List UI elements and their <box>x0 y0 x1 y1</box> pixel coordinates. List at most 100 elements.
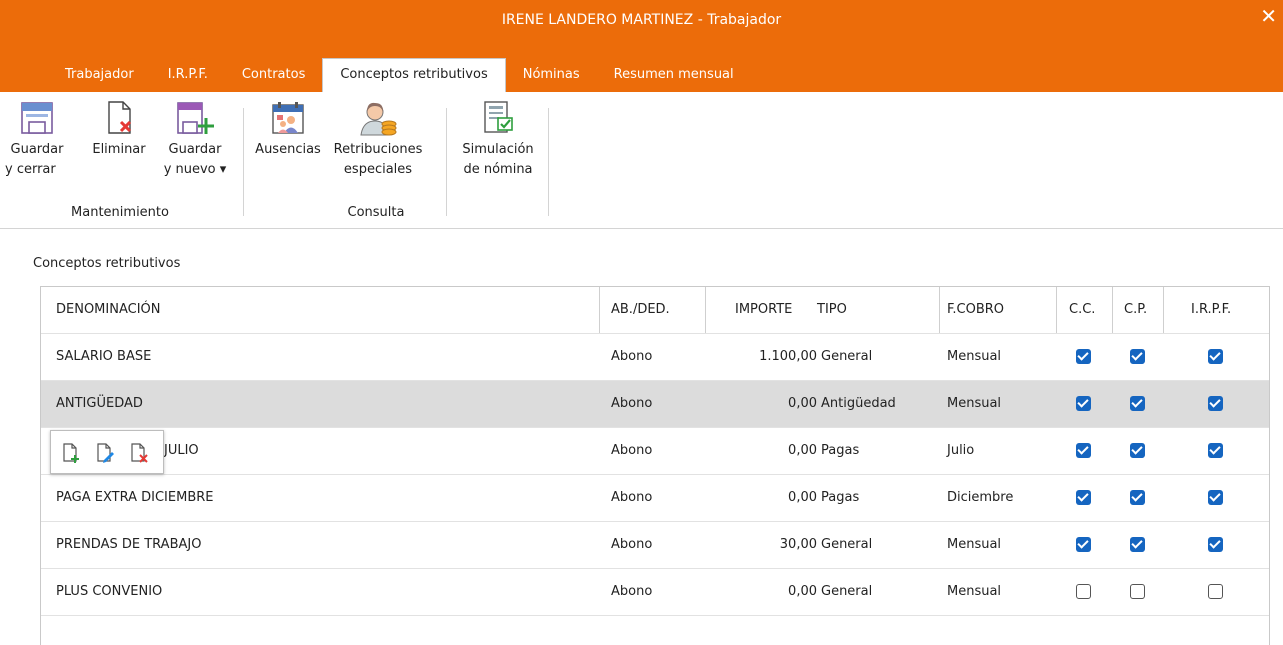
eliminar-label: Eliminar <box>92 142 146 157</box>
guardar-cerrar-button[interactable]: Guardar y cerrar <box>2 100 72 180</box>
delete-document-icon <box>108 101 132 134</box>
delete-row-icon[interactable] <box>129 442 149 464</box>
tab-bar: Trabajador I.R.P.F. Contratos Conceptos … <box>48 58 751 92</box>
column-divider <box>1163 287 1164 333</box>
ribbon: Guardar y cerrar Eliminar Guardar y nuev… <box>0 92 1283 229</box>
checkbox-irpf[interactable] <box>1208 537 1223 552</box>
ausencias-button[interactable]: Ausencias <box>250 100 326 160</box>
ausencias-label: Ausencias <box>255 142 321 157</box>
retribuciones-label-1: Retribuciones <box>333 142 423 157</box>
cell-fcobro: Mensual <box>947 537 1002 552</box>
header-abded[interactable]: AB./DED. <box>611 287 670 333</box>
row-actions-popup <box>50 430 164 474</box>
group-consulta: Ausencias Retribuciones especiales Consu… <box>246 92 446 228</box>
cell-importe: 0,00 <box>788 396 817 411</box>
cell-denominacion: PRENDAS DE TRABAJO <box>56 537 202 552</box>
checkbox-cp[interactable] <box>1130 490 1145 505</box>
checkbox-cc[interactable] <box>1076 349 1091 364</box>
header-cc[interactable]: C.C. <box>1069 287 1095 333</box>
table-row[interactable]: ANTIGÜEDAD Abono 0,00 Antigüedad Mensual <box>41 381 1269 428</box>
simulacion-nomina-button[interactable]: Simulación de nómina <box>452 100 544 180</box>
checkbox-cp[interactable] <box>1130 584 1145 599</box>
tab-irpf[interactable]: I.R.P.F. <box>151 58 225 92</box>
cell-fcobro: Diciembre <box>947 490 1014 505</box>
retribuciones-label-2: especiales <box>343 162 413 177</box>
checkbox-irpf[interactable] <box>1208 396 1223 411</box>
title-bar: IRENE LANDERO MARTINEZ - Trabajador ✕ Tr… <box>0 0 1283 92</box>
guardar-nuevo-label-2: y nuevo ▾ <box>163 162 227 177</box>
cell-importe: 0,00 <box>788 443 817 458</box>
tab-trabajador[interactable]: Trabajador <box>48 58 151 92</box>
checkbox-cc[interactable] <box>1076 490 1091 505</box>
checkbox-irpf[interactable] <box>1208 584 1223 599</box>
cell-fcobro: Mensual <box>947 396 1002 411</box>
cell-abded: Abono <box>611 537 653 552</box>
checkbox-irpf[interactable] <box>1208 349 1223 364</box>
cell-tipo: Antigüedad <box>821 396 896 411</box>
checkbox-cc[interactable] <box>1076 537 1091 552</box>
table-row[interactable]: SALARIO BASE Abono 1.100,00 General Mens… <box>41 334 1269 381</box>
group-mantenimiento: Guardar y cerrar Eliminar Guardar y nuev… <box>0 92 240 228</box>
cell-importe: 1.100,00 <box>759 349 817 364</box>
edit-row-icon[interactable] <box>95 442 115 464</box>
header-tipo[interactable]: TIPO <box>817 287 847 333</box>
guardar-nuevo-label-1: Guardar <box>168 142 222 157</box>
table-row[interactable]: PRENDAS DE TRABAJO Abono 30,00 General M… <box>41 522 1269 569</box>
table-header: DENOMINACIÓN AB./DED. IMPORTE TIPO F.COB… <box>41 287 1269 334</box>
ribbon-separator <box>548 108 549 216</box>
eliminar-button[interactable]: Eliminar <box>86 100 152 160</box>
table-row[interactable]: PAGA EXTRA DICIEMBRE Abono 0,00 Pagas Di… <box>41 475 1269 522</box>
checkbox-cc[interactable] <box>1076 396 1091 411</box>
checkbox-irpf[interactable] <box>1208 443 1223 458</box>
cell-tipo: Pagas <box>821 443 860 458</box>
column-divider <box>1112 287 1113 333</box>
cell-tipo: Pagas <box>821 490 860 505</box>
checkbox-cp[interactable] <box>1130 537 1145 552</box>
table-row[interactable]: JULIO Abono 0,00 Pagas Julio <box>41 428 1269 475</box>
column-divider <box>1056 287 1057 333</box>
tab-nominas[interactable]: Nóminas <box>506 58 597 92</box>
calendar-people-icon <box>272 102 304 134</box>
cell-abded: Abono <box>611 349 653 364</box>
checkbox-cp[interactable] <box>1130 349 1145 364</box>
group-title-mantenimiento: Mantenimiento <box>71 205 169 220</box>
cell-abded: Abono <box>611 443 653 458</box>
checkbox-cc[interactable] <box>1076 443 1091 458</box>
cell-denominacion: JULIO <box>164 443 199 458</box>
guardar-cerrar-label-2: y cerrar <box>5 162 56 177</box>
cell-importe: 0,00 <box>788 490 817 505</box>
save-close-icon <box>21 102 53 134</box>
guardar-nuevo-button[interactable]: Guardar y nuevo ▾ <box>160 100 230 180</box>
cell-denominacion: SALARIO BASE <box>56 349 152 364</box>
close-icon[interactable]: ✕ <box>1260 4 1277 28</box>
person-coins-icon <box>360 102 397 136</box>
group-title-consulta: Consulta <box>347 205 405 220</box>
checkbox-cp[interactable] <box>1130 396 1145 411</box>
tab-contratos[interactable]: Contratos <box>225 58 323 92</box>
cell-fcobro: Julio <box>947 443 975 458</box>
group-simulacion: Simulación de nómina <box>448 92 548 228</box>
column-divider <box>599 287 600 333</box>
cell-abded: Abono <box>611 396 653 411</box>
window-title: IRENE LANDERO MARTINEZ - Trabajador <box>501 12 782 28</box>
table-row[interactable]: PLUS CONVENIO Abono 0,00 General Mensual <box>41 569 1269 616</box>
checkbox-cc[interactable] <box>1076 584 1091 599</box>
tab-conceptos-retributivos[interactable]: Conceptos retributivos <box>322 58 506 92</box>
tab-resumen-mensual[interactable]: Resumen mensual <box>597 58 751 92</box>
header-fcobro[interactable]: F.COBRO <box>947 287 1004 333</box>
cell-tipo: General <box>821 349 873 364</box>
guardar-cerrar-label-1: Guardar <box>10 142 64 157</box>
checkbox-cp[interactable] <box>1130 443 1145 458</box>
cell-importe: 30,00 <box>779 537 817 552</box>
checkbox-irpf[interactable] <box>1208 490 1223 505</box>
header-importe[interactable]: IMPORTE <box>735 287 792 333</box>
column-divider <box>939 287 940 333</box>
retribuciones-especiales-button[interactable]: Retribuciones especiales <box>328 100 428 180</box>
add-row-icon[interactable] <box>61 442 81 464</box>
header-cp[interactable]: C.P. <box>1124 287 1147 333</box>
cell-importe: 0,00 <box>788 584 817 599</box>
cell-denominacion: PAGA EXTRA DICIEMBRE <box>56 490 214 505</box>
cell-abded: Abono <box>611 584 653 599</box>
header-irpf[interactable]: I.R.P.F. <box>1191 287 1231 333</box>
header-denominacion[interactable]: DENOMINACIÓN <box>56 287 161 333</box>
